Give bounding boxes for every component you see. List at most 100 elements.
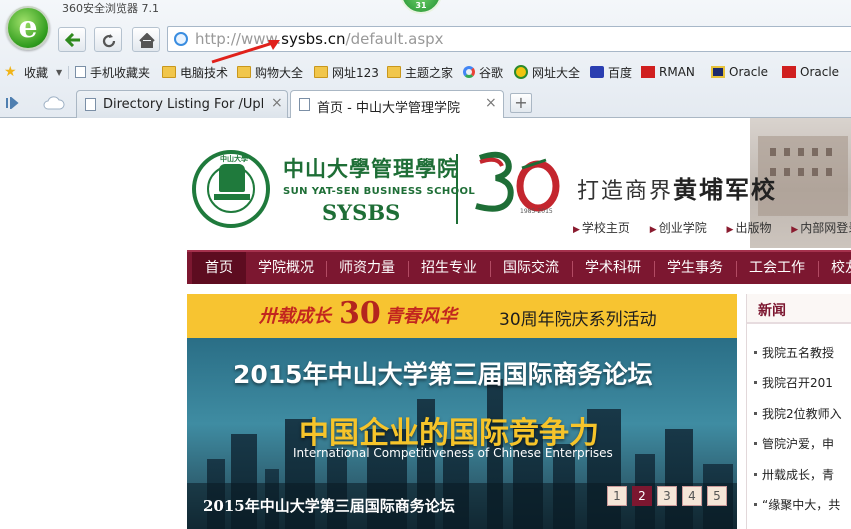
news-item[interactable]: 我院五名教授	[754, 344, 851, 361]
slogan-prefix: 打造商界	[577, 179, 674, 204]
bookmark-label: 收藏	[24, 65, 49, 80]
toplink-intranet-login[interactable]: ▶内部网登录	[791, 221, 851, 235]
bookmark-folder-shopping[interactable]: 购物大全	[237, 63, 303, 81]
news-item-text: 我院召开201	[762, 376, 833, 390]
url-suffix: /default.aspx	[345, 30, 444, 48]
home-button[interactable]	[132, 27, 160, 52]
refresh-button[interactable]	[94, 27, 122, 52]
tab-bar: Directory Listing For /Uplo × 首页 - 中山大学管…	[0, 88, 851, 119]
baidu-icon	[590, 66, 604, 78]
calligraphy-right: 青春风华	[385, 306, 457, 327]
header-slogan: 打造商界黄埔军校	[577, 170, 777, 205]
nav-admissions[interactable]: 招生专业	[409, 252, 489, 284]
news-header: 新闻	[747, 294, 851, 324]
bookmark-label: Oracle	[729, 65, 769, 79]
seal-text: 中山大學	[220, 155, 248, 163]
tab-title: 首页 - 中山大学管理学院	[317, 101, 460, 116]
news-heading[interactable]: 新闻	[758, 300, 786, 320]
nav-about[interactable]: 学院概况	[247, 252, 325, 284]
globe-icon	[174, 32, 188, 46]
slogan-main: 黄埔军校	[673, 175, 778, 204]
close-icon[interactable]: ×	[271, 95, 283, 111]
school-abbr: SYSBS	[322, 200, 401, 225]
window-title: 360安全浏览器 7.1	[62, 2, 159, 15]
bookmark-folder-themes[interactable]: 主题之家	[387, 63, 453, 81]
toplink-university[interactable]: ▶ 学校主页	[573, 221, 638, 235]
nav-alumni[interactable]: 校友	[819, 252, 851, 284]
page-icon	[85, 98, 96, 111]
slide-page-3[interactable]: 3	[657, 486, 677, 506]
bookmark-label: 百度	[608, 65, 633, 80]
bookmark-baidu[interactable]: 百度	[590, 63, 632, 81]
nav-faculty[interactable]: 师资力量	[327, 252, 407, 284]
bookmark-folder-tech[interactable]: 电脑技术	[162, 63, 228, 81]
bookmark-favorites[interactable]: ★ 收藏 ▼	[4, 63, 62, 81]
close-icon[interactable]: ×	[485, 95, 497, 111]
bookmark-mobile[interactable]: 手机收藏夹	[75, 63, 150, 81]
toplink-label: 学校主页	[581, 221, 630, 235]
anniversary-years: 1985-2015	[520, 208, 553, 215]
news-item-text: 卅载成长，青	[762, 468, 835, 482]
nav-home[interactable]: 首页	[192, 252, 246, 284]
nav-research[interactable]: 学术科研	[573, 252, 653, 284]
toplink-publications[interactable]: ▶ 出版物	[727, 221, 780, 235]
bookmark-label: 手机收藏夹	[90, 65, 151, 80]
toplink-label: 创业学院	[658, 221, 707, 235]
news-item[interactable]: 管院沪爱，申	[754, 435, 851, 452]
bookmark-google[interactable]: 谷歌	[463, 63, 503, 81]
home-icon	[139, 33, 155, 48]
news-item[interactable]: 我院2位教师入	[754, 405, 851, 422]
news-item-text: 管院沪爱，申	[762, 437, 835, 451]
tab-title: Directory Listing For /Uplo	[103, 97, 263, 112]
slide-page-5[interactable]: 5	[707, 486, 727, 506]
news-item-text: 我院2位教师入	[762, 407, 842, 421]
nav-international[interactable]: 国际交流	[491, 252, 571, 284]
banner-slideshow[interactable]: 卅载成长 30 青春风华 30周年院庆系列活动 2015年中山大学第三届国际商务…	[187, 294, 737, 529]
slide-caption[interactable]: 2015年中山大学第三届国际商务论坛	[203, 495, 455, 516]
badge-count: 31	[415, 1, 427, 10]
cloud-icon[interactable]	[43, 96, 65, 110]
bookmark-sites[interactable]: 网址大全	[514, 63, 580, 81]
bookmark-rman[interactable]: RMAN	[641, 63, 695, 81]
red-c-icon	[782, 66, 796, 78]
school-name-en: SUN YAT-SEN BUSINESS SCHOOL	[283, 186, 476, 197]
sidebar-toggle-icon[interactable]	[6, 97, 22, 109]
news-panel: 新闻 我院五名教授 我院召开201 我院2位教师入 管院沪爱，申 卅载成长，青 …	[746, 294, 851, 529]
news-item[interactable]: 我院召开201	[754, 374, 851, 391]
star-icon: ★	[4, 64, 17, 80]
back-button[interactable]	[58, 27, 86, 52]
bookmark-label: 主题之家	[405, 65, 454, 80]
forum-subtitle-en: International Competitiveness of Chinese…	[293, 446, 613, 460]
university-seal-logo[interactable]: 中山大學	[192, 150, 270, 228]
new-tab-button[interactable]: +	[510, 93, 532, 113]
toplink-label: 出版物	[735, 221, 772, 235]
nav-student-affairs[interactable]: 学生事务	[655, 252, 735, 284]
news-item[interactable]: “缘聚中大，共	[754, 496, 851, 513]
oracle-icon	[711, 66, 725, 78]
tab-sysbs-home[interactable]: 首页 - 中山大学管理学院 ×	[290, 90, 504, 119]
bookmark-label: Oracle	[800, 65, 840, 79]
header-divider	[456, 154, 458, 224]
google-icon	[463, 66, 475, 78]
nav-union[interactable]: 工会工作	[737, 252, 817, 284]
forum-title: 2015年中山大学第三届国际商务论坛	[233, 360, 653, 389]
toplink-label: 内部网登录	[800, 221, 851, 235]
browser-chrome: e 360安全浏览器 7.1 31 http://www.sysbs.cn/de…	[0, 0, 851, 119]
tab-directory-listing[interactable]: Directory Listing For /Uplo ×	[76, 90, 288, 118]
top-links: ▶学校主页 ▶创业学院 ▶出版物 ▶内部网登录	[573, 219, 851, 236]
bookmark-oracle-1[interactable]: Oracle	[711, 63, 768, 81]
slide-page-2[interactable]: 2	[632, 486, 652, 506]
news-item[interactable]: 卅载成长，青	[754, 466, 851, 483]
bookmark-label: 网址大全	[532, 65, 581, 80]
folder-icon	[162, 66, 176, 78]
news-item-text: “缘聚中大，共	[762, 498, 841, 512]
bookmark-folder-url123[interactable]: 网址123	[314, 63, 379, 81]
folder-icon	[387, 66, 401, 78]
url-domain: sysbs.cn	[281, 30, 346, 48]
browser-logo-icon[interactable]: e	[6, 6, 50, 50]
toplink-venture[interactable]: ▶ 创业学院	[650, 221, 715, 235]
slide-page-1[interactable]: 1	[607, 486, 627, 506]
calligraphy-left: 卅载成长	[259, 306, 331, 327]
slide-page-4[interactable]: 4	[682, 486, 702, 506]
bookmark-oracle-2[interactable]: Oracle	[782, 63, 839, 81]
